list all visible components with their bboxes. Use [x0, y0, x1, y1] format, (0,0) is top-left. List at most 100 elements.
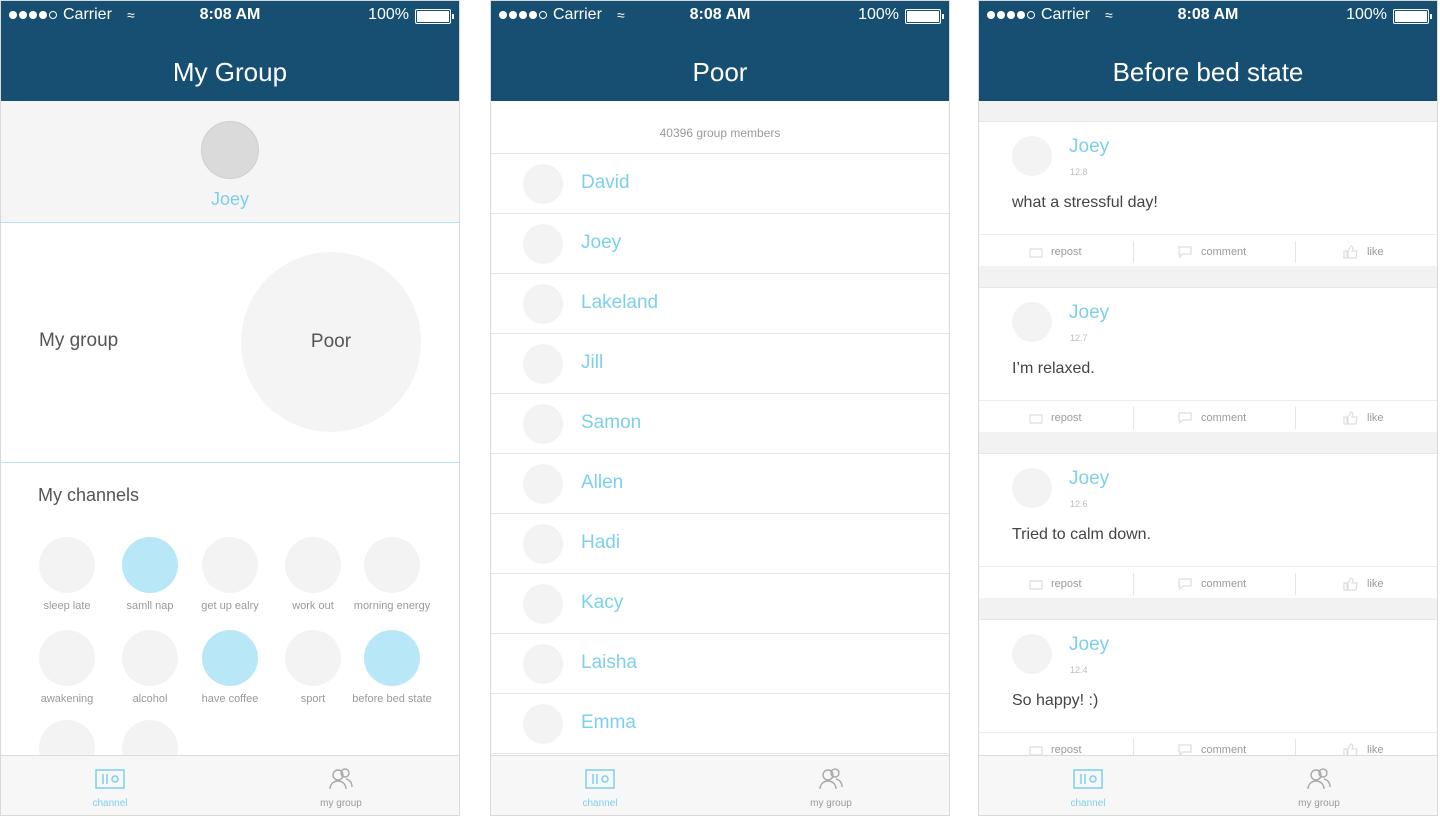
like-button[interactable]: like: [1343, 235, 1384, 268]
member-row[interactable]: Laisha: [491, 634, 949, 694]
post-card: Joey 12.8 what a stressful day! repost c…: [979, 121, 1437, 266]
channel-item[interactable]: morning energy: [347, 537, 437, 612]
tab-channel[interactable]: channel: [540, 766, 660, 809]
member-row[interactable]: Kacy: [491, 574, 949, 634]
member-name: Kacy: [581, 592, 624, 613]
channel-item[interactable]: before bed state: [347, 630, 437, 705]
profile-name[interactable]: Joey: [1, 189, 459, 210]
member-row[interactable]: Lakeland: [491, 274, 949, 334]
comment-button[interactable]: comment: [1177, 567, 1246, 600]
avatar: [523, 644, 563, 684]
member-name: Samon: [581, 412, 642, 433]
tab-my-group[interactable]: my group: [771, 766, 891, 809]
tab-label: my group: [1298, 798, 1340, 809]
avatar: [523, 584, 563, 624]
like-button[interactable]: like: [1343, 401, 1384, 434]
post-author[interactable]: Joey: [1069, 634, 1109, 656]
comment-label: comment: [1201, 577, 1247, 590]
repost-label: repost: [1051, 411, 1082, 424]
post-author[interactable]: Joey: [1069, 136, 1109, 158]
member-name: Emma: [581, 712, 636, 733]
member-name: Allen: [581, 472, 624, 493]
avatar: [523, 464, 563, 504]
avatar[interactable]: [1012, 136, 1052, 176]
divider: [1133, 407, 1134, 429]
channel-circle: [122, 630, 178, 686]
avatar[interactable]: [1012, 302, 1052, 342]
member-row[interactable]: Emma: [491, 694, 949, 754]
divider: [1295, 407, 1296, 429]
post-card: Joey 12.7 I’m relaxed. repost comment li…: [979, 287, 1437, 432]
group-members-screen: Carrier ≈ 8:08 AM 100% Poor 40396 group …: [490, 0, 950, 816]
avatar: [523, 404, 563, 444]
channel-label: alcohol: [132, 693, 168, 705]
post-card: Joey 12.6 Tried to calm down. repost com…: [979, 453, 1437, 598]
channel-item[interactable]: samll nap: [105, 537, 195, 612]
battery-percent: 100%: [858, 6, 899, 23]
tab-channel[interactable]: channel: [50, 766, 170, 809]
battery-percent: 100%: [368, 6, 409, 23]
channel-label: have coffee: [201, 693, 259, 705]
comment-button[interactable]: comment: [1177, 235, 1246, 268]
comment-icon: [1178, 245, 1192, 258]
member-row[interactable]: Jill: [491, 334, 949, 394]
post-text: So happy! :): [1012, 692, 1099, 709]
tab-my-group[interactable]: my group: [1259, 766, 1379, 809]
repost-button[interactable]: repost: [1029, 733, 1082, 757]
repost-button[interactable]: repost: [1029, 235, 1082, 268]
divider: [1295, 573, 1296, 595]
repost-label: repost: [1051, 743, 1082, 756]
member-row[interactable]: Hadi: [491, 514, 949, 574]
like-button[interactable]: like: [1343, 733, 1384, 757]
tab-my-group[interactable]: my group: [281, 766, 401, 809]
channel-item[interactable]: sport: [268, 630, 358, 705]
avatar: [523, 524, 563, 564]
member-row[interactable]: Allen: [491, 454, 949, 514]
comment-button[interactable]: comment: [1177, 401, 1246, 434]
profile-section: Joey: [1, 101, 459, 223]
battery-icon: [905, 9, 944, 24]
channel-circle: [39, 630, 95, 686]
channels-title: My channels: [38, 485, 140, 505]
repost-button[interactable]: repost: [1029, 567, 1082, 600]
like-button[interactable]: like: [1343, 567, 1384, 600]
member-row[interactable]: Joey: [491, 214, 949, 274]
tab-channel[interactable]: channel: [1028, 766, 1148, 809]
divider: [1295, 241, 1296, 263]
avatar[interactable]: [201, 121, 259, 179]
repost-button[interactable]: repost: [1029, 401, 1082, 434]
like-label: like: [1367, 577, 1384, 590]
channel-item[interactable]: get up ealry: [185, 537, 275, 612]
tab-bar: channel my group: [491, 755, 949, 815]
channel-icon: [50, 766, 170, 792]
repost-icon: [1029, 745, 1043, 756]
group-button[interactable]: Poor: [241, 252, 421, 432]
channel-item[interactable]: awakening: [22, 630, 112, 705]
comment-button[interactable]: comment: [1177, 733, 1246, 757]
post-date: 12.6: [1070, 499, 1088, 509]
tab-label: my group: [320, 798, 362, 809]
nav-header: Carrier ≈ 8:08 AM 100% My Group: [1, 1, 459, 101]
post-author[interactable]: Joey: [1069, 468, 1109, 490]
channel-feed-screen: Carrier ≈ 8:08 AM 100% Before bed state …: [978, 0, 1438, 816]
channel-item[interactable]: sleep late: [22, 537, 112, 612]
my-group-screen: Carrier ≈ 8:08 AM 100% My Group Joey My …: [0, 0, 460, 816]
post-author[interactable]: Joey: [1069, 302, 1109, 324]
comment-icon: [1178, 743, 1192, 756]
member-row[interactable]: David: [491, 154, 949, 214]
post-actions: repost comment like: [979, 400, 1437, 433]
channel-item[interactable]: work out: [268, 537, 358, 612]
comment-label: comment: [1201, 411, 1247, 424]
channel-circle: [285, 537, 341, 593]
avatar[interactable]: [1012, 468, 1052, 508]
channel-label: sport: [300, 693, 326, 705]
post-date: 12.4: [1070, 665, 1088, 675]
member-name: Jill: [581, 352, 604, 373]
post-text: Tried to calm down.: [1012, 526, 1152, 543]
channel-label: morning energy: [353, 600, 431, 612]
member-row[interactable]: Samon: [491, 394, 949, 454]
avatar[interactable]: [1012, 634, 1052, 674]
tab-label: channel: [92, 798, 128, 809]
channel-item[interactable]: have coffee: [185, 630, 275, 705]
channel-item[interactable]: alcohol: [105, 630, 195, 705]
